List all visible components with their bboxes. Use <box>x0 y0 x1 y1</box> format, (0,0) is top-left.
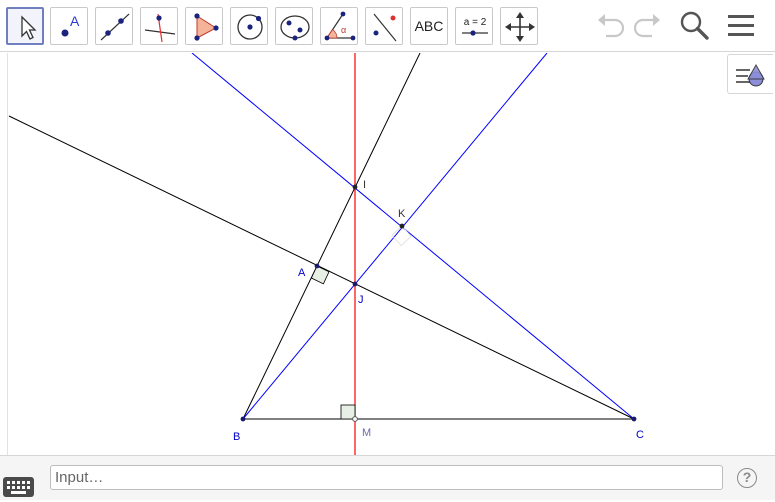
label-m: M <box>362 427 371 439</box>
toolbar: A α ABC a = 2 <box>0 0 775 52</box>
point-k[interactable] <box>399 223 405 229</box>
algebra-input-field[interactable] <box>50 465 723 490</box>
point-m[interactable] <box>352 416 358 422</box>
tool-reflect[interactable] <box>365 7 403 45</box>
tool-point-label: A <box>70 13 80 29</box>
reflect-icon <box>373 13 397 42</box>
redo-icon[interactable] <box>632 8 664 44</box>
ellipse-icon <box>280 15 310 41</box>
tool-slider-label: a = 2 <box>464 17 487 28</box>
label-k: K <box>398 208 406 220</box>
point-j[interactable] <box>352 281 358 287</box>
input-bar: ? <box>0 455 775 500</box>
menu-icon[interactable] <box>726 8 756 44</box>
label-c: C <box>636 429 644 441</box>
point-a[interactable] <box>314 263 320 269</box>
tool-circle[interactable] <box>230 7 268 45</box>
line-ab[interactable] <box>242 53 421 420</box>
label-b: B <box>233 431 240 443</box>
tool-text-label: ABC <box>414 18 444 34</box>
point-i[interactable] <box>352 184 358 190</box>
tool-point[interactable]: A <box>50 7 88 45</box>
keyboard-icon <box>7 481 30 494</box>
search-icon[interactable] <box>678 8 712 44</box>
line-bk[interactable] <box>242 53 548 420</box>
tool-text[interactable]: ABC <box>410 7 448 45</box>
move-arrows-icon <box>505 12 535 42</box>
right-angle-marker-a <box>310 265 330 285</box>
graphics-style-icon <box>736 63 765 87</box>
tool-angle[interactable]: α <box>320 7 358 45</box>
tool-angle-label: α <box>341 25 346 35</box>
cursor-arrow-icon <box>21 15 37 40</box>
keyboard-toggle-button[interactable] <box>3 477 34 497</box>
line-bc-perp[interactable] <box>8 115 635 420</box>
circle-icon <box>237 14 263 40</box>
view-left-edge <box>0 53 8 455</box>
point-b[interactable] <box>240 416 246 422</box>
help-icon[interactable]: ? <box>737 468 757 488</box>
point-icon: A <box>61 13 80 37</box>
perpendicular-line-icon <box>144 13 176 43</box>
polygon-icon <box>194 13 219 41</box>
tool-ellipse[interactable] <box>275 7 313 45</box>
style-bar-toggle[interactable] <box>727 54 773 94</box>
slider-icon: a = 2 <box>462 17 488 36</box>
line-ik[interactable] <box>191 53 635 420</box>
tool-polygon[interactable] <box>185 7 223 45</box>
tool-move[interactable] <box>6 7 44 45</box>
tool-move-graphics-view[interactable] <box>500 7 538 45</box>
undo-icon[interactable] <box>594 8 626 44</box>
angle-icon: α <box>324 11 356 41</box>
point-c[interactable] <box>631 416 637 422</box>
tool-slider[interactable]: a = 2 <box>455 7 493 45</box>
tool-perpendicular-line[interactable] <box>140 7 178 45</box>
graphics-view[interactable]: A B C I J K M <box>0 53 775 455</box>
label-a: A <box>298 267 306 279</box>
tool-line[interactable] <box>95 7 133 45</box>
label-i: I <box>363 179 366 191</box>
line-icon <box>100 13 130 41</box>
label-j: J <box>358 294 364 306</box>
right-angle-marker-m <box>340 404 356 420</box>
